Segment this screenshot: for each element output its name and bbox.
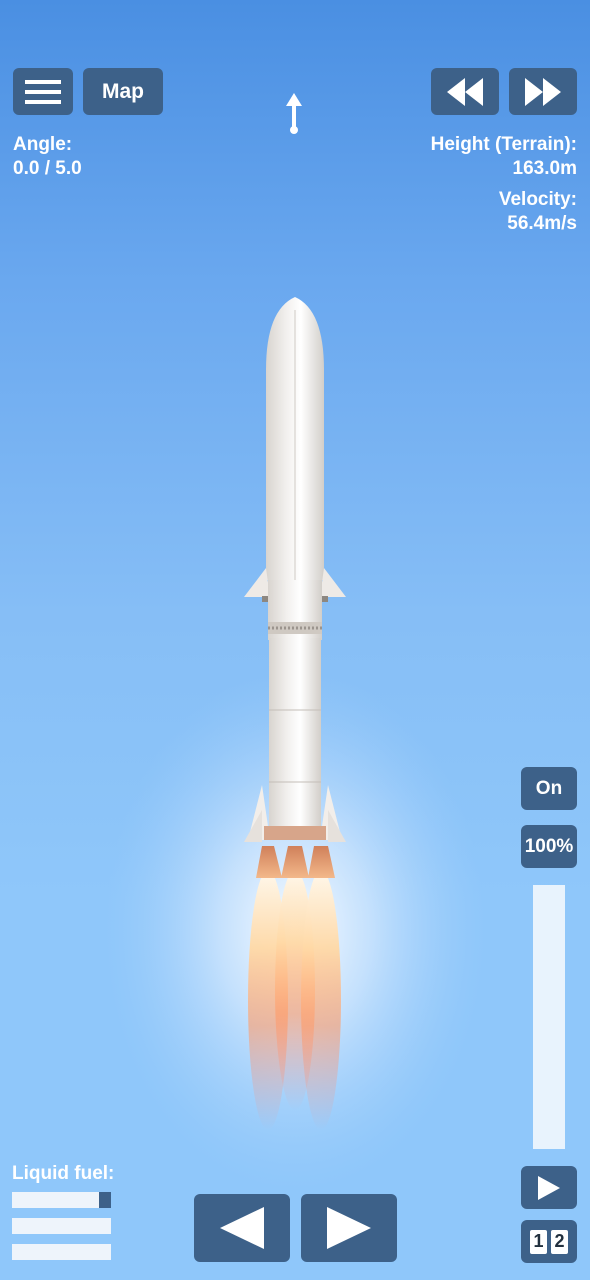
right-arrow-icon: [327, 1207, 371, 1249]
velocity-value: 56.4m/s: [507, 213, 577, 234]
upper-fin-right: [320, 568, 346, 597]
fast-forward-icon: [525, 77, 561, 106]
velocity-label: Velocity:: [498, 189, 577, 210]
booster-stage: [269, 638, 321, 828]
stage-1-label: 1: [530, 1229, 547, 1254]
fuel-label: Liquid fuel:: [12, 1163, 115, 1184]
fuel-tank-bar: [12, 1218, 111, 1234]
velocity-readout: Velocity: 56.4m/s: [499, 188, 577, 236]
left-arrow-icon: [220, 1207, 264, 1249]
angle-readout: Angle: 0.0 / 5.0: [13, 133, 82, 181]
play-icon: [538, 1175, 560, 1200]
engine-toggle-button[interactable]: On: [521, 767, 577, 810]
throttle-slider[interactable]: [533, 885, 565, 1149]
throttle-value-badge: 100%: [521, 825, 577, 868]
fuel-tank-bar: [12, 1244, 111, 1260]
throttle-value: 100%: [524, 835, 574, 857]
flame-right: [301, 870, 341, 1130]
stage-2-label: 2: [551, 1229, 568, 1254]
menu-button[interactable]: [13, 68, 73, 115]
rotate-left-button[interactable]: [194, 1194, 290, 1262]
fuel-tank-bar: [12, 1192, 111, 1208]
map-button[interactable]: Map: [83, 68, 163, 115]
stage-button[interactable]: 1 2: [521, 1220, 577, 1263]
rewind-icon: [447, 77, 483, 106]
fast-forward-button[interactable]: [509, 68, 577, 115]
height-label: Height (Terrain):: [430, 134, 577, 155]
play-button[interactable]: [521, 1166, 577, 1209]
rotate-right-button[interactable]: [301, 1194, 397, 1262]
fuel-tank-marker: [99, 1192, 111, 1208]
hamburger-icon: [25, 79, 61, 104]
throttle-slider-fill: [533, 885, 565, 1149]
engine-toggle-label: On: [535, 777, 563, 799]
angle-label: Angle:: [13, 134, 73, 155]
upper-fin-left: [244, 568, 270, 597]
angle-value: 0.0 / 5.0: [13, 158, 82, 179]
up-arrow-indicator: [286, 93, 302, 134]
height-readout: Height (Terrain): 163.0m: [431, 133, 577, 181]
height-value: 163.0m: [512, 158, 577, 179]
rewind-button[interactable]: [431, 68, 499, 115]
map-button-label: Map: [102, 79, 144, 103]
